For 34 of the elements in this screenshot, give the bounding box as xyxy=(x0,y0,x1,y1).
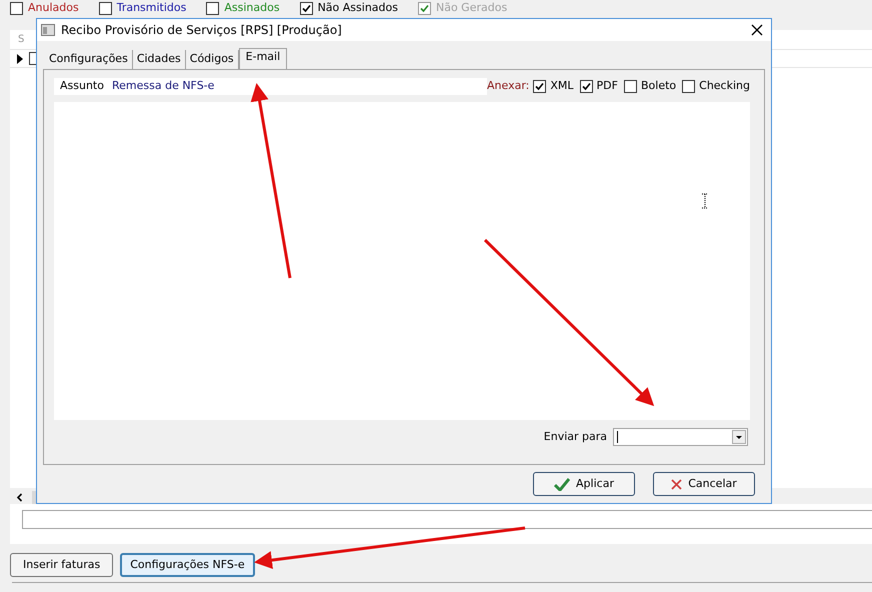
checkbox[interactable] xyxy=(10,2,23,15)
checkbox-label: Checking xyxy=(699,78,750,94)
checkbox-label: PDF xyxy=(596,78,618,94)
scroll-left-icon[interactable] xyxy=(16,492,23,502)
checkmark-icon xyxy=(554,477,570,491)
checked-checkbox[interactable] xyxy=(533,80,546,92)
checkbox[interactable] xyxy=(682,80,696,92)
button[interactable]: Aplicar xyxy=(533,472,635,496)
window-title: Recibo Provisório de Serviços [RPS] [Produção] xyxy=(61,22,342,39)
checkbox[interactable] xyxy=(98,2,112,15)
tab[interactable]: E-mail xyxy=(238,48,288,70)
checked-checkbox[interactable] xyxy=(580,80,593,92)
window-icon xyxy=(41,24,55,36)
column-header: S xyxy=(18,33,24,47)
text-cursor-icon xyxy=(702,193,708,209)
checkbox[interactable] xyxy=(624,80,637,92)
subject-field[interactable]: Assunto Remessa de NFS-e xyxy=(54,78,488,94)
attach-label: Anexar: xyxy=(487,78,530,94)
checkbox-label: XML xyxy=(550,78,574,94)
filter-label: Transmitidos xyxy=(116,0,186,16)
filter-label: Assinados xyxy=(224,0,280,16)
close-icon xyxy=(671,478,682,490)
checkbox-label: Boleto xyxy=(640,78,676,94)
checked-checkbox[interactable] xyxy=(300,2,313,15)
checkbox[interactable] xyxy=(206,2,220,15)
button[interactable]: Configurações NFS-e xyxy=(120,553,255,577)
button[interactable]: Cancelar xyxy=(653,472,755,496)
filter-label: Anulados xyxy=(28,0,79,16)
close-icon[interactable] xyxy=(751,24,763,36)
filter-label: Não Gerados xyxy=(436,0,508,16)
button[interactable]: Inserir faturas xyxy=(10,553,114,577)
send-to-label: Enviar para xyxy=(544,428,607,445)
text-field[interactable] xyxy=(22,510,872,529)
filter-label: Não Assinados xyxy=(318,0,398,16)
